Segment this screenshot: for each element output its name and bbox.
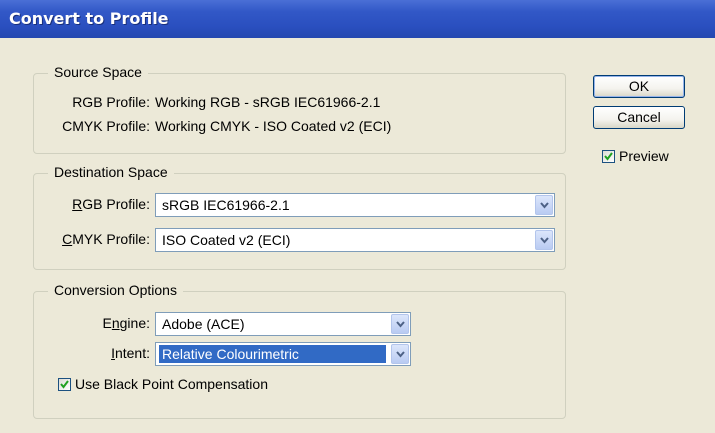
engine-label: Engine: <box>34 315 151 331</box>
source-rgb-value: Working RGB - sRGB IEC61966-2.1 <box>155 94 381 110</box>
engine-select[interactable]: Adobe (ACE) <box>155 312 411 336</box>
cancel-button[interactable]: Cancel <box>593 106 685 129</box>
chevron-down-icon <box>396 351 405 358</box>
source-cmyk-value: Working CMYK - ISO Coated v2 (ECI) <box>155 118 392 134</box>
dest-cmyk-value: ISO Coated v2 (ECI) <box>162 232 291 248</box>
source-rgb-label: RGB Profile: <box>72 94 150 110</box>
engine-label-text: gine: <box>119 315 150 331</box>
engine-value: Adobe (ACE) <box>162 316 245 332</box>
destination-space-legend: Destination Space <box>48 164 174 180</box>
bpc-checkbox[interactable] <box>58 378 71 391</box>
dest-cmyk-select[interactable]: ISO Coated v2 (ECI) <box>155 228 555 252</box>
dest-rgb-mnemonic: R <box>72 196 83 212</box>
intent-value: Relative Colourimetric <box>159 345 386 363</box>
engine-dropdown-button[interactable] <box>391 314 409 334</box>
chevron-down-icon <box>396 321 405 328</box>
checkmark-icon <box>604 152 613 161</box>
conversion-options-legend: Conversion Options <box>48 282 183 298</box>
dest-rgb-dropdown-button[interactable] <box>535 195 553 215</box>
intent-label: Intent: <box>34 345 150 361</box>
dest-rgb-label: RGB Profile: <box>34 196 150 212</box>
dest-rgb-label-text: GB Profile: <box>82 196 150 212</box>
dest-cmyk-mnemonic: C <box>62 231 73 247</box>
ok-button[interactable]: OK <box>593 75 685 98</box>
dest-cmyk-label-text: MYK Profile: <box>72 231 150 247</box>
source-space-legend: Source Space <box>48 64 148 80</box>
source-space-group: Source Space RGB Profile: Working RGB - … <box>33 64 566 154</box>
engine-mnemonic: n <box>111 315 120 331</box>
checkmark-icon <box>60 380 69 389</box>
dest-cmyk-dropdown-button[interactable] <box>535 230 553 250</box>
destination-space-group: Destination Space RGB Profile: sRGB IEC6… <box>33 164 566 270</box>
dest-rgb-select[interactable]: sRGB IEC61966-2.1 <box>155 193 555 217</box>
chevron-down-icon <box>540 237 549 244</box>
source-cmyk-label: CMYK Profile: <box>62 118 150 134</box>
chevron-down-icon <box>540 202 549 209</box>
conversion-options-group: Conversion Options Engine: Adobe (ACE) I… <box>33 282 566 419</box>
preview-checkbox[interactable] <box>602 150 615 163</box>
engine-label-pre: E <box>102 315 112 331</box>
dialog-body: Source Space RGB Profile: Working RGB - … <box>6 38 709 433</box>
dest-rgb-value: sRGB IEC61966-2.1 <box>162 197 290 213</box>
dest-cmyk-label: CMYK Profile: <box>34 231 150 247</box>
intent-select[interactable]: Relative Colourimetric <box>155 342 411 366</box>
intent-label-text: ntent: <box>114 345 150 361</box>
preview-label[interactable]: Preview <box>619 148 669 164</box>
title-bar[interactable]: Convert to Profile <box>0 0 715 38</box>
window-title: Convert to Profile <box>9 9 169 28</box>
intent-dropdown-button[interactable] <box>391 344 409 364</box>
bpc-label[interactable]: Use Black Point Compensation <box>75 376 268 392</box>
